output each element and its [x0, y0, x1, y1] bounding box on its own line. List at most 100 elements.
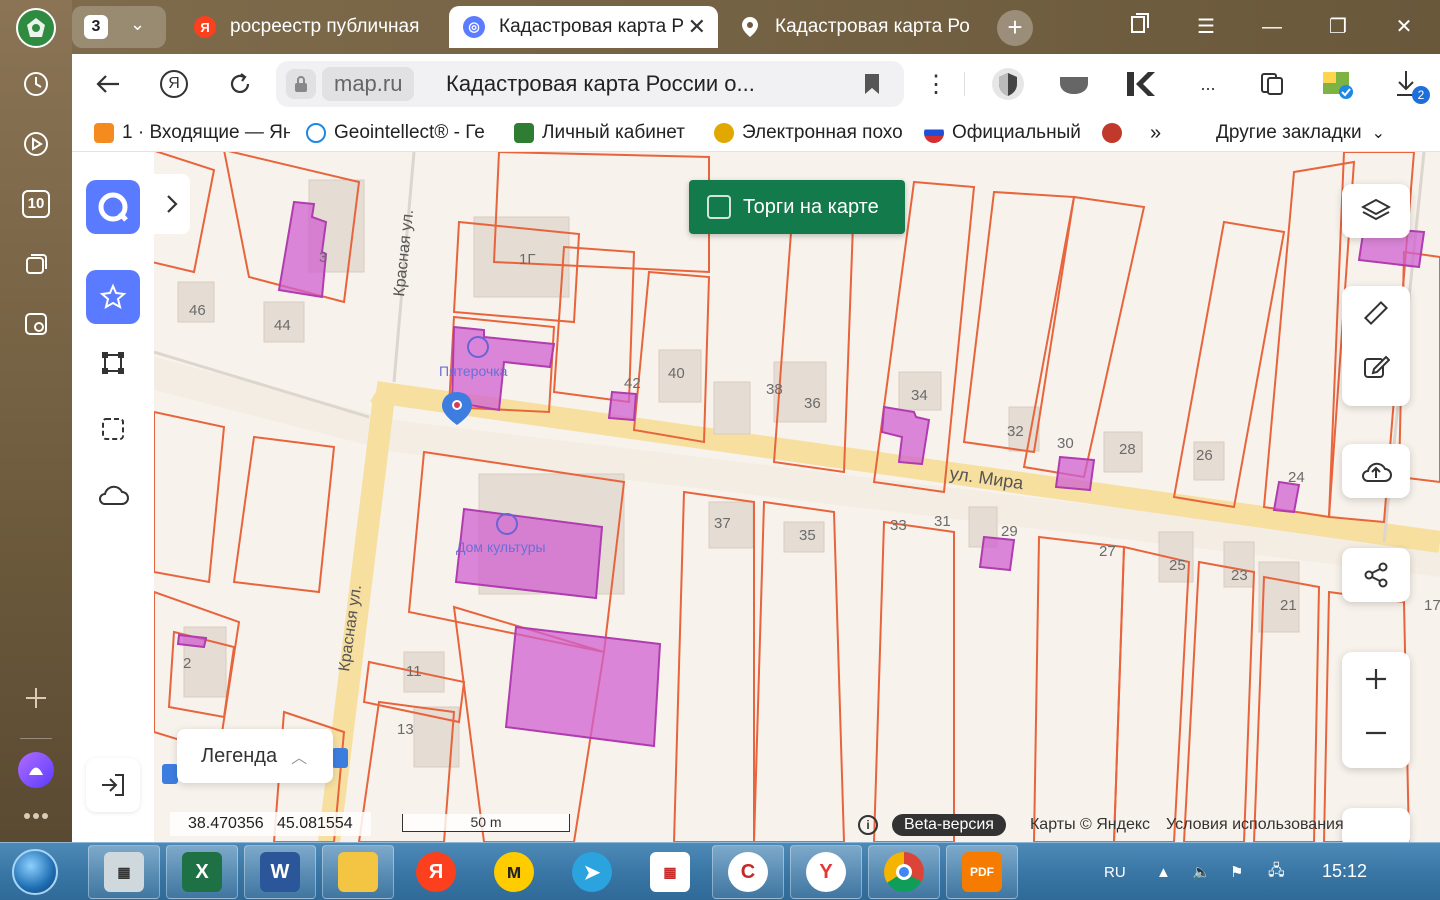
bookmark-emblem[interactable] — [1102, 120, 1130, 146]
history-icon[interactable] — [16, 64, 56, 104]
pocket-extension-icon[interactable] — [1054, 64, 1094, 104]
yandex-button-icon[interactable]: Я — [156, 66, 192, 102]
more-icon[interactable] — [16, 796, 56, 836]
zoom-in-icon[interactable] — [1342, 652, 1410, 706]
close-tab-icon[interactable]: ✕ — [688, 14, 706, 40]
favorites-star-icon[interactable] — [86, 270, 140, 324]
c-app-icon[interactable]: C — [712, 845, 784, 899]
edit-icon[interactable] — [1342, 340, 1410, 394]
upload-control[interactable] — [1342, 444, 1410, 498]
zoom-out-icon[interactable] — [1342, 706, 1410, 760]
service-logo-icon[interactable] — [86, 180, 140, 234]
bookmark-panel-icon[interactable] — [1120, 12, 1160, 42]
emblem-icon — [1102, 123, 1122, 143]
layers-control[interactable] — [1342, 184, 1410, 238]
scale-label: 50 m — [470, 814, 502, 830]
tab-counter[interactable]: 3 ⌄ — [72, 6, 166, 48]
chrome-app-icon[interactable] — [868, 845, 940, 899]
alice-icon[interactable] — [16, 750, 56, 790]
flag-icon[interactable]: ⚑ — [1230, 843, 1243, 900]
address-bar[interactable]: map.ru Кадастровая карта России о... — [276, 61, 904, 107]
tray-expand-icon[interactable]: ▲ — [1156, 843, 1171, 900]
play-icon[interactable] — [16, 124, 56, 164]
select-area-icon[interactable] — [86, 402, 140, 456]
legend-button[interactable]: Легенда ︿ — [177, 729, 333, 783]
tab-rosreestr[interactable]: Я росреестр публичная — [180, 6, 438, 48]
terms-link[interactable]: Условия использования — [1166, 816, 1344, 834]
expand-panel-button[interactable] — [154, 174, 190, 234]
toolbar-divider — [964, 72, 965, 96]
profile-logo-icon[interactable] — [16, 8, 56, 48]
explorer-app-icon[interactable] — [322, 845, 394, 899]
cloud-icon[interactable] — [86, 468, 140, 522]
menu-icon[interactable]: ☰ — [1186, 12, 1226, 42]
back-icon[interactable] — [90, 66, 126, 102]
share-control[interactable] — [1342, 548, 1410, 602]
polygon-tool-icon[interactable] — [86, 336, 140, 390]
torgi-checkbox[interactable] — [707, 195, 731, 219]
pdf-app-icon[interactable]: PDF — [946, 845, 1018, 899]
bookmark-official[interactable]: Официальный — [924, 120, 1084, 146]
layers-icon[interactable] — [1342, 184, 1410, 238]
collections-icon[interactable] — [16, 244, 56, 284]
yandex-market-app-icon[interactable]: м — [478, 845, 550, 899]
reload-icon[interactable] — [222, 66, 258, 102]
screenshot-icon[interactable] — [16, 304, 56, 344]
start-button[interactable] — [4, 845, 66, 899]
close-window-icon[interactable]: ✕ — [1384, 12, 1424, 42]
lock-icon[interactable] — [286, 69, 316, 99]
minimize-icon[interactable]: — — [1252, 12, 1292, 42]
downloads-icon[interactable]: 2 — [1388, 64, 1430, 104]
downloads-badge: 2 — [1412, 86, 1430, 104]
telegram-app-icon[interactable]: ➤ — [556, 845, 628, 899]
network-icon[interactable]: 🖧 — [1268, 843, 1285, 900]
k-extension-icon[interactable] — [1120, 64, 1160, 104]
bookmark-icon[interactable] — [864, 73, 880, 100]
maps-extension-icon[interactable] — [1318, 64, 1358, 104]
tab-cadastral-active[interactable]: ◎ Кадастровая карта Р ✕ — [449, 6, 718, 48]
add-panel-icon[interactable] — [16, 678, 56, 718]
bookmarks-overflow-icon[interactable]: » — [1150, 120, 1170, 146]
excel-app-icon[interactable]: X — [166, 845, 238, 899]
bookmark-cabinet[interactable]: Личный кабинет — [514, 120, 700, 146]
yandex-app-icon[interactable]: Я — [400, 845, 472, 899]
bookmark-geointellect[interactable]: Geointellect® - Ге — [306, 120, 496, 146]
compass-control[interactable] — [1342, 808, 1410, 842]
language-indicator[interactable]: RU — [1104, 843, 1126, 900]
new-tab-button[interactable]: + — [997, 10, 1033, 46]
bookmark-electronic[interactable]: Электронная похо — [714, 120, 906, 146]
bookmark-label: Личный кабинет — [542, 122, 685, 143]
tab-cadastral-2[interactable]: Кадастровая карта Ро — [725, 6, 987, 48]
bookmark-inbox[interactable]: 1 · Входящие — Ян — [94, 120, 290, 146]
word-app-icon[interactable]: W — [244, 845, 316, 899]
domain-chip: map.ru — [322, 67, 415, 101]
grid-app-icon[interactable]: ▦ — [634, 845, 706, 899]
sidebar-badge-icon[interactable]: 10 — [16, 184, 56, 224]
clock[interactable]: 15:12 — [1322, 861, 1367, 882]
torgi-toggle[interactable]: Торги на карте — [689, 180, 905, 234]
ellipsis-extension-icon[interactable]: ... — [1188, 64, 1228, 104]
measure-control — [1342, 286, 1410, 406]
cloud-upload-icon[interactable] — [1342, 444, 1410, 498]
clipboard-extension-icon[interactable] — [1252, 64, 1292, 104]
ruler-icon[interactable] — [1342, 286, 1410, 340]
house-number: 17 — [1424, 597, 1440, 614]
yandex-browser-app-icon[interactable]: Y — [790, 845, 862, 899]
calculator-app-icon[interactable]: ▦ — [88, 845, 160, 899]
volume-icon[interactable]: 🔈 — [1192, 843, 1211, 900]
restore-icon[interactable]: ❐ — [1318, 12, 1358, 42]
other-bookmarks[interactable]: Другие закладки ⌄ — [1216, 120, 1416, 146]
copyright-link[interactable]: Карты © Яндекс — [1030, 816, 1150, 834]
adblock-extension-icon[interactable] — [988, 64, 1028, 104]
house-number: 30 — [1057, 435, 1074, 452]
info-icon[interactable]: i — [858, 815, 878, 835]
beta-badge: Beta-версия — [892, 814, 1006, 836]
house-number: 36 — [804, 395, 821, 412]
house-number: 32 — [1007, 423, 1024, 440]
share-icon[interactable] — [1342, 548, 1410, 602]
house-number: 2 — [183, 655, 191, 672]
login-icon[interactable] — [86, 758, 140, 812]
map-canvas[interactable]: 3 46 44 1Г 42 40 38 36 34 32 30 28 26 24… — [151, 152, 1440, 842]
taskbar: ▦ X W Я м ➤ ▦ C Y PDF RU ▲ 🔈 ⚑ 🖧 15:12 — [0, 842, 1440, 900]
more-options-icon[interactable]: ⋮ — [918, 66, 954, 102]
